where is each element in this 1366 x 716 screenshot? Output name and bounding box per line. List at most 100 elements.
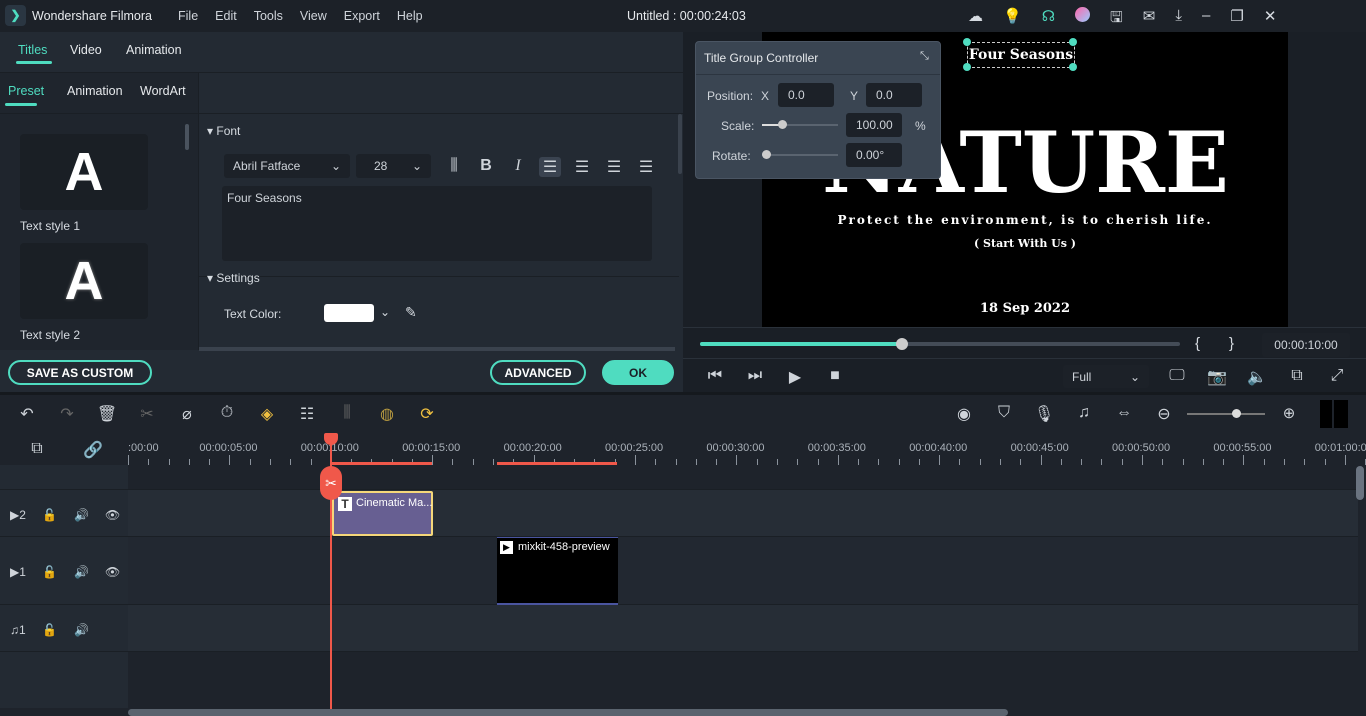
menu-tools[interactable]: Tools: [254, 9, 283, 23]
track-audio-1[interactable]: [128, 605, 1358, 652]
audio-ducking-icon[interactable]: ◍: [376, 404, 398, 424]
volume-icon[interactable]: 🔈: [1246, 367, 1268, 387]
tag-icon[interactable]: ⌀: [176, 404, 198, 424]
undo-icon[interactable]: ↶: [16, 404, 38, 424]
advanced-button[interactable]: ADVANCED: [490, 360, 586, 385]
download-icon[interactable]: ⤓: [1175, 7, 1182, 32]
position-y-input[interactable]: 0.0: [866, 83, 922, 107]
resize-handle[interactable]: [963, 63, 971, 71]
render-icon[interactable]: ◉: [953, 404, 975, 424]
add-track-icon[interactable]: ⧉: [26, 440, 48, 458]
align-left-icon[interactable]: ☰: [539, 157, 561, 177]
position-x-input[interactable]: 0.0: [778, 83, 834, 107]
mark-out-button[interactable]: }: [1229, 335, 1234, 352]
font-section-toggle[interactable]: ▾ Font: [207, 124, 240, 138]
speaker-icon[interactable]: 🔊: [74, 623, 89, 637]
pip-icon[interactable]: ⧉: [1286, 367, 1308, 387]
font-family-select[interactable]: Abril Fatface ⌄: [224, 154, 350, 178]
mail-icon[interactable]: ✉: [1143, 7, 1156, 32]
mixer-icon[interactable]: ♫: [1073, 404, 1095, 424]
marker-icon[interactable]: ⛉: [993, 404, 1015, 424]
timeline-ruler[interactable]: :00:0000:00:05:0000:00:10:0000:00:15:000…: [128, 435, 1366, 465]
save-icon[interactable]: 🖫: [1110, 7, 1123, 32]
split-scissors-icon[interactable]: ✂: [320, 466, 342, 500]
bulb-icon[interactable]: 💡: [1003, 7, 1022, 32]
headset-icon[interactable]: ☊: [1042, 7, 1055, 32]
menu-file[interactable]: File: [178, 9, 198, 23]
char-spacing-icon[interactable]: ⫼: [443, 157, 465, 177]
display-icon[interactable]: 🖵: [1166, 367, 1188, 387]
cut-icon[interactable]: ✂: [136, 404, 158, 424]
keyframe-icon[interactable]: ◈: [256, 404, 278, 424]
text-subtitle[interactable]: Protect the environment, is to cherish l…: [762, 213, 1288, 227]
zoom-in-icon[interactable]: ⊕: [1278, 404, 1300, 422]
scale-input[interactable]: 100.00: [846, 113, 902, 137]
bold-icon[interactable]: B: [475, 157, 497, 177]
save-as-custom-button[interactable]: SAVE AS CUSTOM: [8, 360, 152, 385]
title-clip[interactable]: T Cinematic Ma...: [332, 491, 433, 536]
rotate-slider[interactable]: [762, 150, 838, 159]
italic-icon[interactable]: I: [507, 157, 529, 177]
avatar-icon[interactable]: [1075, 7, 1091, 22]
text-four-seasons[interactable]: Four Seasons: [967, 47, 1075, 63]
eyedropper-icon[interactable]: ✎: [405, 304, 417, 321]
zoom-out-icon[interactable]: ⊖: [1153, 404, 1175, 424]
settings-scrollbar[interactable]: [678, 114, 682, 174]
track-video-2[interactable]: [128, 490, 1358, 537]
close-icon[interactable]: ✕: [1264, 7, 1277, 32]
fullscreen-icon[interactable]: ⤢: [1326, 367, 1348, 387]
align-right-icon[interactable]: ☰: [603, 157, 625, 177]
play-icon[interactable]: ▶: [784, 367, 806, 387]
tab-titles[interactable]: Titles: [18, 43, 47, 57]
text-date[interactable]: 18 Sep 2022: [762, 301, 1288, 316]
delete-icon[interactable]: 🗑: [96, 404, 118, 424]
resize-handle[interactable]: [1069, 63, 1077, 71]
menu-help[interactable]: Help: [397, 9, 423, 23]
fit-icon[interactable]: ⇔: [1113, 404, 1135, 424]
chevron-down-icon[interactable]: ⌄: [380, 305, 390, 319]
tab-animation[interactable]: Animation: [126, 43, 182, 57]
speech-to-text-icon[interactable]: ⟳: [416, 404, 438, 424]
restore-icon[interactable]: ❐: [1230, 7, 1243, 32]
preset-scrollbar[interactable]: [185, 124, 189, 150]
speaker-icon[interactable]: 🔊: [74, 508, 89, 522]
cloud-icon[interactable]: ☁: [968, 7, 983, 32]
menu-view[interactable]: View: [300, 9, 327, 23]
font-size-select[interactable]: 28 ⌄: [356, 154, 431, 178]
align-justify-icon[interactable]: ☰: [635, 157, 657, 177]
lock-icon[interactable]: 🔓: [42, 623, 57, 637]
audio-split-icon[interactable]: ⫼: [336, 404, 358, 424]
eye-icon[interactable]: 👁: [105, 508, 120, 522]
rotate-input[interactable]: 0.00°: [846, 143, 902, 167]
speaker-icon[interactable]: 🔊: [74, 565, 89, 579]
snapshot-icon[interactable]: 📷: [1206, 367, 1228, 387]
subtab-preset[interactable]: Preset: [8, 84, 44, 98]
subtab-animation[interactable]: Animation: [67, 84, 123, 98]
redo-icon[interactable]: ↷: [56, 404, 78, 424]
lock-icon[interactable]: 🔓: [42, 565, 57, 579]
menu-edit[interactable]: Edit: [215, 9, 237, 23]
settings-section-toggle[interactable]: ▾ Settings: [207, 271, 260, 285]
microphone-icon[interactable]: 🎙: [1033, 404, 1055, 424]
preset-text-style-1[interactable]: A: [20, 134, 148, 210]
text-start-with-us[interactable]: ( Start With Us ): [762, 237, 1288, 250]
collapse-icon[interactable]: ⤡: [920, 50, 929, 63]
eye-icon[interactable]: 👁: [105, 565, 120, 579]
adjust-icon[interactable]: ☷: [296, 404, 318, 424]
resize-handle[interactable]: [1069, 38, 1077, 46]
subtab-wordart[interactable]: WordArt: [140, 84, 186, 98]
link-icon[interactable]: 🔗: [82, 440, 104, 460]
tab-video[interactable]: Video: [70, 43, 102, 57]
resize-handle[interactable]: [963, 38, 971, 46]
zoom-slider[interactable]: [1187, 409, 1265, 418]
menu-export[interactable]: Export: [344, 9, 380, 23]
video-clip[interactable]: ▶ mixkit-458-preview: [497, 537, 618, 605]
quality-select[interactable]: Full ⌄: [1063, 365, 1149, 388]
stop-icon[interactable]: ■: [824, 367, 846, 387]
playback-progress[interactable]: [700, 338, 1180, 350]
horizontal-scrollbar[interactable]: [128, 709, 1008, 716]
text-color-swatch[interactable]: [324, 304, 374, 322]
speed-icon[interactable]: ⏱: [216, 404, 238, 424]
ok-button[interactable]: OK: [602, 360, 674, 385]
mark-in-button[interactable]: {: [1195, 335, 1200, 352]
